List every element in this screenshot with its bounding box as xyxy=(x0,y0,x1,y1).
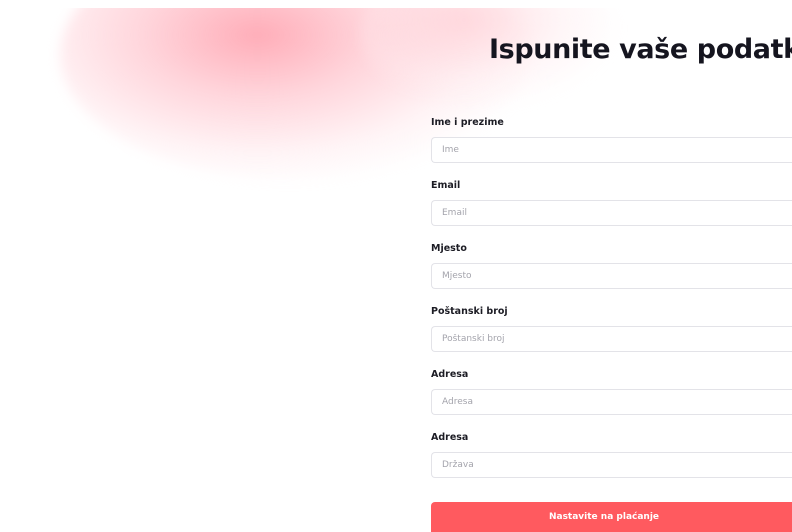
form-group-postal-code: Poštanski broj xyxy=(431,305,792,352)
city-input[interactable] xyxy=(431,263,792,289)
address-input[interactable] xyxy=(431,389,792,415)
address-label: Adresa xyxy=(431,369,469,380)
full-name-input[interactable] xyxy=(431,137,792,163)
postal-code-input[interactable] xyxy=(431,326,792,352)
form-group-full-name: Ime i prezime xyxy=(431,116,792,163)
country-label: Adresa xyxy=(431,432,469,443)
country-input[interactable] xyxy=(431,452,792,478)
email-label: Email xyxy=(431,180,461,191)
full-name-label: Ime i prezime xyxy=(431,117,504,128)
form-group-address: Adresa xyxy=(431,368,792,415)
form-group-email: Email xyxy=(431,179,792,226)
details-form: Ime i prezime Email Mjesto Poštanski bro… xyxy=(431,116,792,494)
continue-to-payment-button[interactable]: Nastavite na plaćanje xyxy=(431,502,792,532)
city-label: Mjesto xyxy=(431,243,467,254)
email-input[interactable] xyxy=(431,200,792,226)
top-strip xyxy=(0,0,792,8)
form-group-city: Mjesto xyxy=(431,242,792,289)
page-title: Ispunite vaše podatke xyxy=(489,34,792,65)
form-group-country: Adresa xyxy=(431,431,792,478)
postal-code-label: Poštanski broj xyxy=(431,306,508,317)
continue-to-payment-label: Nastavite na plaćanje xyxy=(548,512,660,522)
